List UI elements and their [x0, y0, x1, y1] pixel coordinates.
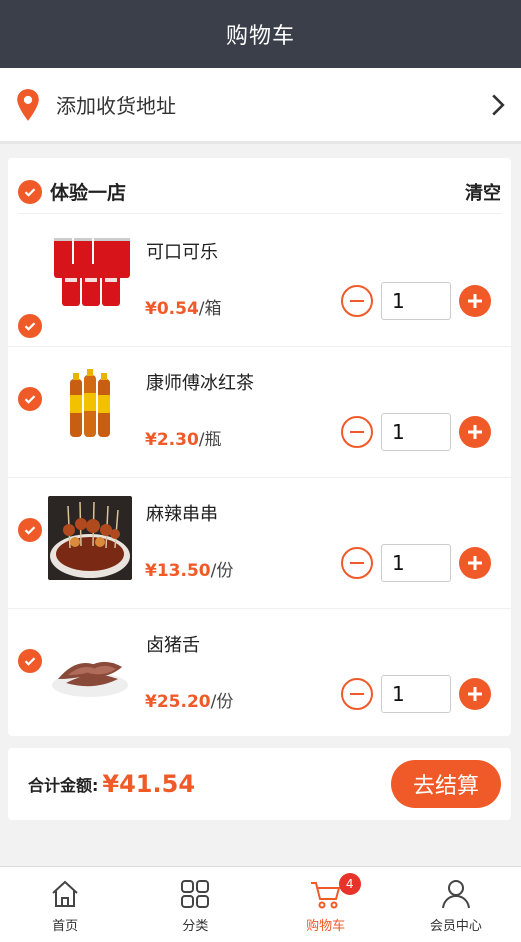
cart-count-badge: 4 — [338, 873, 361, 895]
item-price: ¥13.50/份 — [145, 561, 234, 581]
item-price: ¥25.20/份 — [145, 692, 234, 712]
item-name: 麻辣串串 — [146, 504, 218, 525]
page-title: 购物车 — [225, 24, 295, 49]
decrease-button[interactable] — [341, 678, 373, 710]
total-label: 合计金额: — [28, 776, 99, 795]
tab-label: 分类 — [182, 919, 209, 934]
store-check-icon[interactable] — [18, 179, 42, 204]
tab-member[interactable]: 会员中心 — [391, 867, 521, 942]
tab-label: 首页 — [52, 919, 79, 934]
item-check-icon[interactable] — [18, 518, 42, 542]
quantity-input[interactable]: 1 — [381, 675, 451, 713]
total-bar: 合计金额: ¥41.54 去结算 — [8, 748, 511, 820]
item-check-icon[interactable] — [18, 387, 42, 411]
cart-card: 体验一店 清空 可口可乐 ¥0.54/箱 1 康师傅冰红茶 ¥2.30/瓶 1 … — [8, 158, 511, 736]
user-icon — [441, 880, 470, 909]
item-name: 可口可乐 — [146, 242, 218, 263]
tab-label: 购物车 — [306, 919, 346, 934]
cart-item: 可口可乐 ¥0.54/箱 1 — [8, 216, 511, 347]
increase-button[interactable] — [459, 416, 491, 448]
decrease-button[interactable] — [341, 416, 373, 448]
cola-product-image — [48, 234, 132, 318]
tab-home[interactable]: 首页 — [0, 867, 130, 942]
item-price: ¥0.54/箱 — [145, 299, 222, 319]
tab-category[interactable]: 分类 — [130, 867, 260, 942]
tab-cart[interactable]: 4 购物车 — [261, 867, 391, 942]
quantity-input[interactable]: 1 — [381, 544, 451, 582]
decrease-button[interactable] — [341, 285, 373, 317]
store-header: 体验一店 清空 — [18, 170, 501, 214]
cart-icon — [310, 882, 340, 909]
chevron-right-icon — [492, 93, 505, 116]
cart-item: 麻辣串串 ¥13.50/份 1 — [8, 478, 511, 609]
cart-item: 卤猪舌 ¥25.20/份 1 — [8, 609, 511, 740]
home-icon — [52, 880, 78, 907]
location-pin-icon — [17, 88, 39, 121]
item-name: 康师傅冰红茶 — [146, 373, 254, 394]
checkout-button[interactable]: 去结算 — [391, 760, 501, 808]
decrease-button[interactable] — [341, 547, 373, 579]
store-name: 体验一店 — [50, 182, 127, 204]
item-price: ¥2.30/瓶 — [145, 430, 222, 450]
ice-tea-product-image — [48, 365, 132, 449]
item-check-icon[interactable] — [18, 649, 42, 673]
clear-cart-button[interactable]: 清空 — [465, 179, 501, 205]
quantity-input[interactable]: 1 — [381, 413, 451, 451]
grid-icon — [181, 880, 210, 908]
increase-button[interactable] — [459, 285, 491, 317]
item-name: 卤猪舌 — [146, 635, 200, 656]
pork-tongue-product-image — [48, 627, 132, 711]
total-amount: ¥41.54 — [102, 770, 196, 798]
address-row[interactable]: 添加收货地址 — [0, 68, 521, 144]
quantity-stepper: 1 — [341, 282, 493, 320]
add-address-label: 添加收货地址 — [56, 94, 176, 118]
tab-label: 会员中心 — [429, 919, 482, 934]
top-bar: 购物车 — [0, 0, 521, 68]
increase-button[interactable] — [459, 678, 491, 710]
item-check-icon[interactable] — [18, 314, 42, 338]
increase-button[interactable] — [459, 547, 491, 579]
skewer-product-image — [48, 496, 132, 580]
cart-item: 康师傅冰红茶 ¥2.30/瓶 1 — [8, 347, 511, 478]
quantity-stepper: 1 — [341, 544, 493, 582]
quantity-stepper: 1 — [341, 675, 493, 713]
quantity-stepper: 1 — [341, 413, 493, 451]
bottom-tab-bar: 首页 分类 4 购物车 会员中心 — [0, 866, 521, 942]
quantity-input[interactable]: 1 — [381, 282, 451, 320]
